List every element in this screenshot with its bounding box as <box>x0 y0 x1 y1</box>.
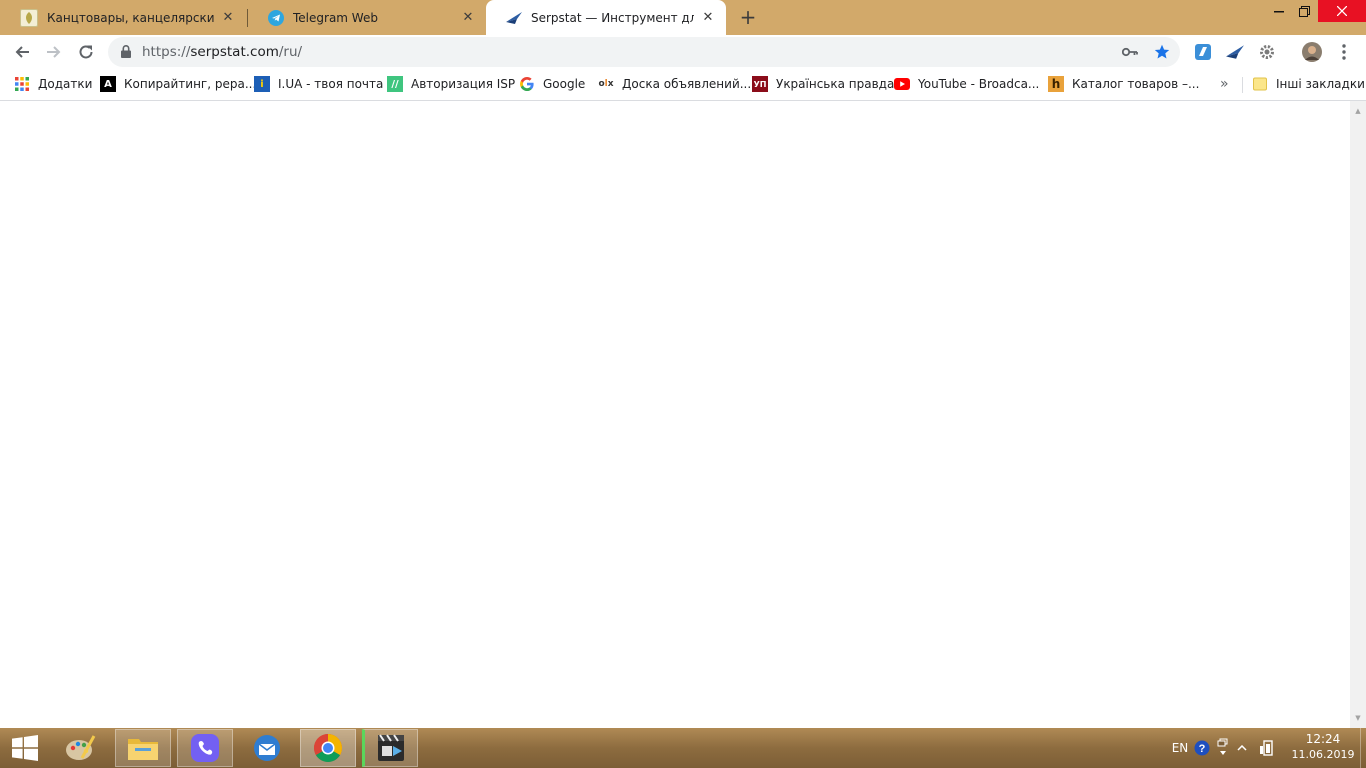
gear-extension-icon[interactable] <box>1257 42 1277 62</box>
close-tab-icon[interactable]: ✕ <box>220 10 236 26</box>
menu-icon[interactable] <box>1334 42 1354 62</box>
tab-strip: Канцтовары, канцелярские товары ✕ Telegr… <box>0 0 1366 35</box>
taskbar: EN ? 12:24 11.06.2019 <box>0 728 1366 768</box>
new-tab-button[interactable]: + <box>737 5 759 29</box>
clock-time: 12:24 <box>1305 732 1341 746</box>
show-hidden-icons-chevron-icon[interactable] <box>1234 728 1250 768</box>
iua-icon: i <box>254 76 270 92</box>
lock-icon[interactable] <box>121 45 131 61</box>
telegram-icon <box>268 9 284 26</box>
bookmark-label: Українська правда <box>776 77 895 91</box>
close-tab-icon[interactable]: ✕ <box>700 10 716 26</box>
file-explorer-icon[interactable] <box>115 729 171 767</box>
url-host: serpstat.com <box>190 44 279 60</box>
bookmark-label: YouTube - Broadca... <box>918 77 1040 91</box>
viber-icon[interactable] <box>177 729 233 767</box>
tab-title: Канцтовары, канцелярские товары <box>47 10 214 25</box>
address-bar[interactable]: https://serpstat.com/ru/ <box>108 37 1180 67</box>
bookmark-label: Авторизация ISP <box>411 77 516 91</box>
bookmark-label: Каталог товаров –... <box>1072 77 1200 91</box>
clock-date: 11.06.2019 <box>1291 748 1355 761</box>
browser-toolbar: https://serpstat.com/ru/ <box>0 35 1366 69</box>
hotline-icon: h <box>1048 76 1064 92</box>
bookmark-label: Google <box>543 77 586 91</box>
extension-icon[interactable] <box>1193 42 1213 62</box>
url-text[interactable]: https://serpstat.com/ru/ <box>142 44 302 60</box>
show-desktop-button[interactable] <box>1360 728 1366 768</box>
minimize-button[interactable] <box>1268 0 1290 22</box>
up-icon: УП <box>752 76 768 92</box>
tab-telegram[interactable]: Telegram Web ✕ <box>248 0 486 35</box>
url-scheme: https:// <box>142 44 191 60</box>
bookmark-isp[interactable]: // Авторизация ISP <box>387 75 515 93</box>
olx-icon: olx <box>598 79 614 89</box>
bookmark-label: Інші закладки <box>1276 77 1365 91</box>
bookmark-label: I.UA - твоя почта <box>278 77 384 91</box>
bookmark-google[interactable]: Google <box>519 75 585 93</box>
tab-title: Telegram Web <box>293 10 378 25</box>
taskbar-clock[interactable]: 12:24 11.06.2019 <box>1290 732 1356 762</box>
bookmark-olx[interactable]: olx Доска объявлений... <box>598 75 751 93</box>
media-player-icon[interactable] <box>362 729 418 767</box>
thunderbird-icon[interactable] <box>239 729 295 767</box>
apps-grid-icon <box>14 76 30 92</box>
network-tray-icon[interactable] <box>1214 728 1232 768</box>
scroll-down-arrow-icon[interactable]: ▼ <box>1350 710 1366 726</box>
url-path: /ru/ <box>278 44 303 60</box>
tab-kanctovary[interactable]: Канцтовары, канцелярские товары ✕ <box>0 0 246 35</box>
avatar[interactable] <box>1302 42 1322 62</box>
serpstat-icon <box>506 10 522 26</box>
reload-button[interactable] <box>72 38 100 66</box>
language-indicator[interactable]: EN <box>1168 728 1192 768</box>
bookmark-advego[interactable]: A Копирайтинг, рера... <box>100 75 256 93</box>
scroll-up-arrow-icon[interactable]: ▲ <box>1350 103 1366 119</box>
bookmark-apps[interactable]: Додатки <box>14 75 92 93</box>
bookmarks-overflow-chevron[interactable]: » <box>1220 75 1229 93</box>
bookmark-label: Копирайтинг, рера... <box>124 77 257 91</box>
google-icon <box>519 76 535 92</box>
bookmarks-divider <box>1242 77 1243 93</box>
bookmarks-bar: Додатки A Копирайтинг, рера... i I.UA - … <box>0 69 1366 101</box>
folder-icon <box>1252 76 1268 92</box>
bookmark-star-icon[interactable] <box>1152 42 1172 62</box>
serpstat-extension-icon[interactable] <box>1225 42 1245 62</box>
paint-app-icon[interactable] <box>52 729 108 767</box>
forward-button[interactable] <box>40 38 68 66</box>
close-window-button[interactable] <box>1318 0 1366 22</box>
tab-title: Serpstat — Инструмент для взрывного рост… <box>531 10 694 25</box>
tab-serpstat[interactable]: Serpstat — Инструмент для взрывного рост… <box>486 0 726 35</box>
bookmark-hotline[interactable]: h Каталог товаров –... <box>1048 75 1199 93</box>
bookmark-youtube[interactable]: YouTube - Broadca... <box>894 75 1039 93</box>
svg-text:?: ? <box>1199 743 1206 755</box>
key-icon[interactable] <box>1120 42 1140 62</box>
bookmark-iua[interactable]: i I.UA - твоя почта <box>254 75 383 93</box>
back-button[interactable] <box>8 38 36 66</box>
bookmark-other[interactable]: Інші закладки <box>1252 75 1365 93</box>
page-viewport[interactable] <box>0 101 1350 728</box>
youtube-icon <box>894 76 910 92</box>
isp-icon: // <box>387 76 403 92</box>
vertical-scrollbar[interactable]: ▲ ▼ <box>1350 101 1366 728</box>
bookmark-pravda[interactable]: УП Українська правда <box>752 75 894 93</box>
restore-button[interactable] <box>1292 0 1316 22</box>
bookmark-label: Додатки <box>38 77 93 91</box>
close-tab-icon[interactable]: ✕ <box>460 10 476 26</box>
bookmark-label: Доска объявлений... <box>622 77 752 91</box>
kanc-leaf-icon <box>20 8 38 27</box>
advego-icon: A <box>100 76 116 92</box>
windows-start-button[interactable] <box>0 728 50 768</box>
power-tray-icon[interactable] <box>1256 728 1278 768</box>
chrome-icon[interactable] <box>300 729 356 767</box>
help-tray-icon[interactable]: ? <box>1193 728 1211 768</box>
